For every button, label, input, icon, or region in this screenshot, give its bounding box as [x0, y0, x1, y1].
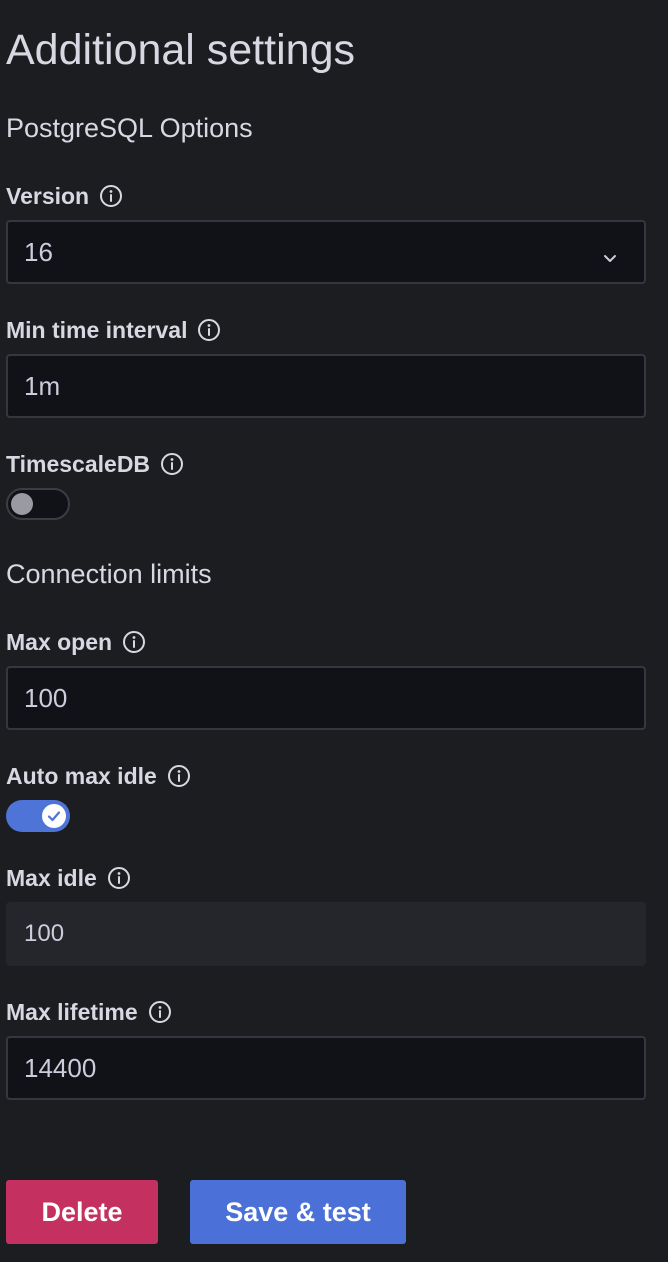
info-icon[interactable] — [148, 1000, 172, 1024]
version-label-text: Version — [6, 183, 90, 209]
min-time-interval-input[interactable]: 1m — [6, 354, 646, 418]
version-select[interactable]: 16 — [6, 220, 646, 284]
info-icon[interactable] — [122, 630, 146, 654]
delete-button[interactable]: Delete — [6, 1180, 158, 1244]
timescaledb-label: TimescaleDB — [6, 450, 184, 478]
info-icon[interactable] — [167, 764, 191, 788]
timescaledb-label-text: TimescaleDB — [6, 451, 151, 477]
min-time-interval-label: Min time interval — [6, 316, 221, 344]
min-time-interval-label-text: Min time interval — [6, 317, 188, 343]
max-lifetime-value: 14400 — [24, 1052, 97, 1083]
auto-max-idle-toggle[interactable] — [6, 800, 70, 832]
section-title-connection-limits: Connection limits — [6, 559, 212, 589]
additional-settings-page: Additional settings PostgreSQL Options V… — [0, 0, 668, 1262]
save-and-test-button[interactable]: Save & test — [190, 1180, 406, 1244]
version-select-value: 16 — [24, 236, 53, 267]
info-icon[interactable] — [107, 866, 131, 890]
max-lifetime-label: Max lifetime — [6, 998, 172, 1026]
max-idle-input: 100 — [6, 902, 646, 966]
max-idle-label: Max idle — [6, 864, 131, 892]
max-lifetime-label-text: Max lifetime — [6, 999, 138, 1025]
toggle-knob — [11, 493, 33, 515]
auto-max-idle-label: Auto max idle — [6, 762, 191, 790]
page-title: Additional settings — [6, 26, 355, 74]
timescaledb-toggle[interactable] — [6, 488, 70, 520]
max-idle-value: 100 — [24, 920, 65, 947]
auto-max-idle-label-text: Auto max idle — [6, 763, 157, 789]
info-icon[interactable] — [160, 452, 184, 476]
max-lifetime-input[interactable]: 14400 — [6, 1036, 646, 1100]
section-title-postgresql-options: PostgreSQL Options — [6, 113, 253, 143]
check-icon — [47, 811, 61, 822]
min-time-interval-value: 1m — [24, 370, 61, 401]
version-label: Version — [6, 182, 123, 210]
max-open-value: 100 — [24, 682, 68, 713]
info-icon[interactable] — [99, 184, 123, 208]
info-icon[interactable] — [197, 318, 221, 342]
max-open-input[interactable]: 100 — [6, 666, 646, 730]
max-open-label: Max open — [6, 628, 146, 656]
toggle-knob — [42, 804, 66, 828]
chevron-down-icon — [600, 244, 620, 264]
max-open-label-text: Max open — [6, 629, 113, 655]
max-idle-label-text: Max idle — [6, 865, 97, 891]
